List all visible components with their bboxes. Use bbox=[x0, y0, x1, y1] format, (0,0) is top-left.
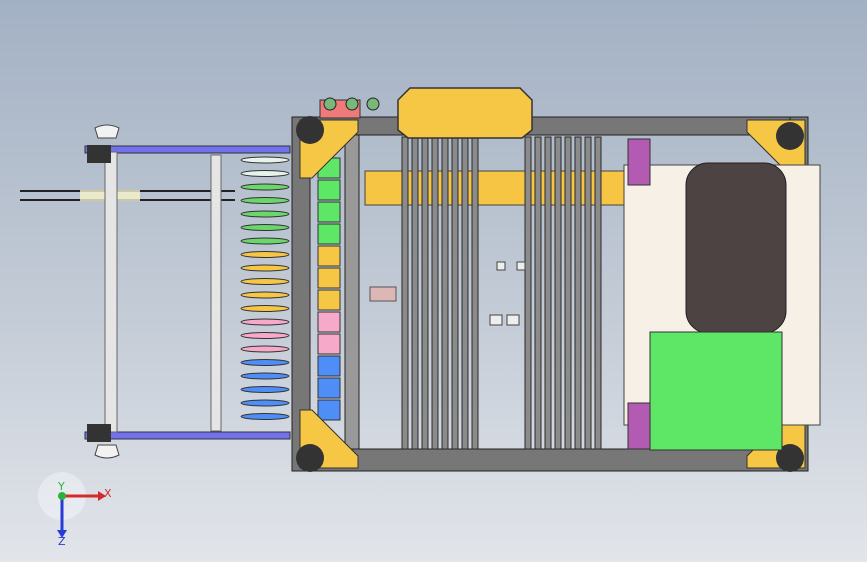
roller-disc bbox=[240, 237, 290, 245]
roller-disc bbox=[240, 251, 290, 258]
extrusion-slat bbox=[411, 136, 419, 450]
extrusion-slat bbox=[554, 136, 562, 450]
axis-z-label: Z bbox=[58, 535, 66, 548]
color-tile bbox=[317, 179, 341, 201]
extrusion-slat bbox=[431, 136, 439, 450]
extrusion-slat bbox=[534, 136, 542, 450]
extrusion-slat bbox=[441, 136, 449, 450]
axis-y-label: Y bbox=[58, 480, 65, 493]
right-housing bbox=[623, 138, 821, 451]
cad-viewport[interactable]: X Y Z bbox=[0, 0, 867, 562]
roller-disc bbox=[240, 359, 290, 366]
roller-disc bbox=[240, 210, 290, 218]
color-tile bbox=[317, 289, 341, 311]
axis-x-label: X bbox=[104, 487, 112, 500]
color-tile bbox=[317, 399, 341, 421]
color-tile bbox=[317, 311, 341, 333]
extrusion-slat bbox=[451, 136, 459, 450]
roller-disc bbox=[240, 413, 290, 420]
roller-disc bbox=[240, 305, 290, 312]
roller-disc bbox=[240, 156, 290, 164]
axis-triad bbox=[38, 472, 106, 538]
roller-disc bbox=[240, 183, 290, 191]
roller-disc bbox=[240, 386, 290, 393]
extrusion-slat bbox=[544, 136, 552, 450]
color-tile bbox=[317, 355, 341, 377]
extrusion-slat bbox=[461, 136, 469, 450]
roller-stack bbox=[240, 156, 290, 420]
color-tile bbox=[317, 267, 341, 289]
assembly-model[interactable] bbox=[0, 0, 867, 562]
color-tile bbox=[317, 377, 341, 399]
roller-disc bbox=[240, 197, 290, 204]
extrusion-slat bbox=[421, 136, 429, 450]
roller-disc bbox=[240, 170, 290, 177]
extrusion-slat bbox=[401, 136, 409, 450]
roller-disc bbox=[240, 291, 290, 299]
color-tile-column bbox=[317, 157, 341, 421]
extrusion-slat bbox=[524, 136, 532, 450]
roller-disc bbox=[240, 278, 290, 285]
roller-disc bbox=[240, 332, 290, 339]
color-tile bbox=[317, 333, 341, 355]
roller-disc bbox=[240, 372, 290, 380]
roller-disc bbox=[240, 318, 290, 326]
extrusion-slat bbox=[594, 136, 602, 450]
extrusion-slat bbox=[564, 136, 572, 450]
color-tile bbox=[317, 245, 341, 267]
roller-disc bbox=[240, 399, 290, 407]
extrusion-slat bbox=[574, 136, 582, 450]
roller-disc bbox=[240, 264, 290, 272]
extrusion-slat bbox=[584, 136, 592, 450]
color-tile bbox=[317, 201, 341, 223]
extrusion-slat bbox=[471, 136, 479, 450]
roller-disc bbox=[240, 224, 290, 231]
color-tile bbox=[317, 223, 341, 245]
wire-guide bbox=[20, 190, 235, 201]
roller-disc bbox=[240, 345, 290, 353]
